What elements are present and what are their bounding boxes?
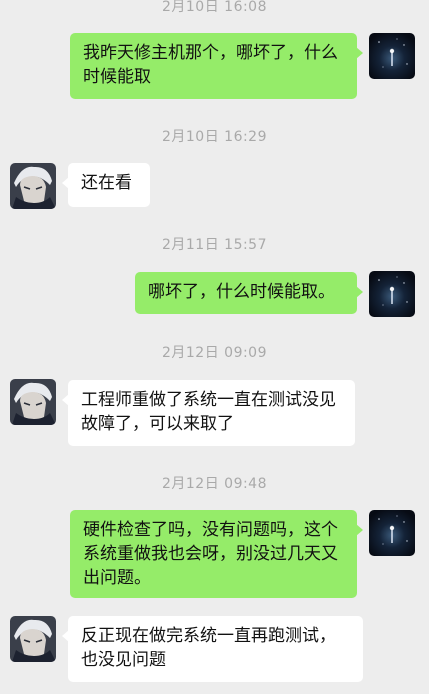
self-avatar-image [369, 510, 415, 556]
contact-avatar-image [10, 379, 56, 425]
received-message-bubble[interactable]: 工程师重做了系统一直在测试没见故障了，可以来取了 [62, 380, 355, 446]
message-text: 反正现在做完系统一直再跑测试，也没见问题 [81, 626, 336, 670]
contact-avatar[interactable] [10, 616, 56, 662]
message-timestamp: 2月12日 09:48 [161, 476, 268, 492]
contact-avatar[interactable] [10, 379, 56, 425]
message-timestamp: 2月12日 09:09 [161, 345, 268, 361]
received-message-bubble[interactable]: 还在看 [62, 163, 150, 207]
self-avatar-image [369, 33, 415, 79]
self-avatar[interactable] [369, 271, 415, 317]
contact-avatar-image [10, 163, 56, 209]
received-message-bubble[interactable]: 反正现在做完系统一直再跑测试，也没见问题 [62, 616, 363, 682]
contact-avatar[interactable] [10, 163, 56, 209]
message-timestamp: 2月10日 16:08 [161, 0, 268, 15]
message-timestamp: 2月10日 16:29 [161, 129, 268, 145]
self-avatar[interactable] [369, 510, 415, 556]
sent-message-bubble[interactable]: 硬件检查了吗，没有问题吗，这个系统重做我也会呀，别没过几天又出问题。 [70, 510, 363, 598]
message-timestamp: 2月11日 15:57 [161, 237, 268, 253]
message-text: 工程师重做了系统一直在测试没见故障了，可以来取了 [81, 390, 336, 434]
self-avatar-image [369, 271, 415, 317]
sent-message-bubble[interactable]: 我昨天修主机那个，哪坏了，什么时候能取 [70, 33, 363, 99]
self-avatar[interactable] [369, 33, 415, 79]
contact-avatar-image [10, 616, 56, 662]
message-text: 哪坏了，什么时候能取。 [148, 282, 335, 302]
sent-message-bubble[interactable]: 哪坏了，什么时候能取。 [135, 272, 363, 314]
message-text: 我昨天修主机那个，哪坏了，什么时候能取 [83, 43, 338, 87]
message-text: 硬件检查了吗，没有问题吗，这个系统重做我也会呀，别没过几天又出问题。 [83, 520, 338, 588]
message-text: 还在看 [81, 173, 132, 193]
chat-message-list[interactable]: 2月10日 16:08 我昨天修主机那个，哪坏了，什么时候能取 2月10日 16… [0, 0, 429, 694]
